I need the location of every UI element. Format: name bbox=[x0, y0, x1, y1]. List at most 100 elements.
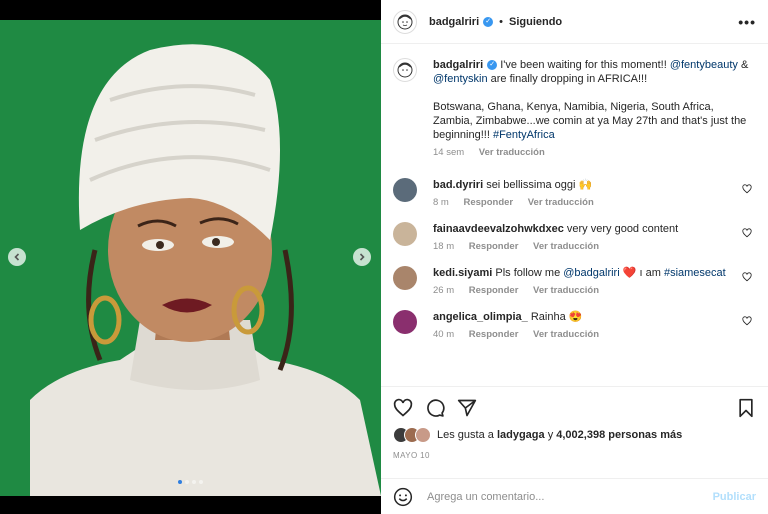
avatar[interactable] bbox=[393, 310, 417, 334]
caption-username[interactable]: badgalriri bbox=[433, 59, 483, 71]
instagram-post-modal: badgalriri ✓ • Siguiendo ••• badgalriri ✓ bbox=[0, 0, 768, 514]
comment-meta: 26 m Responder Ver traducción bbox=[433, 284, 756, 298]
comment-meta: 40 m Responder Ver traducción bbox=[433, 328, 756, 342]
face-sketch-icon bbox=[397, 14, 413, 29]
comment-username[interactable]: fainaavdeevalzohwkdxec bbox=[433, 223, 564, 235]
carousel-dot bbox=[199, 480, 203, 484]
avatar bbox=[415, 427, 431, 443]
likes-summary: Les gusta a ladygaga y 4,002,398 persona… bbox=[393, 427, 756, 443]
add-comment-bar: Agrega un comentario... Publicar bbox=[381, 478, 768, 514]
action-icons bbox=[393, 397, 756, 419]
translate-link[interactable]: Ver traducción bbox=[528, 197, 594, 208]
comment-item: fainaavdeevalzohwkdxec very very good co… bbox=[393, 222, 756, 254]
mention-link[interactable]: @fentyskin bbox=[433, 73, 488, 85]
reply-link[interactable]: Responder bbox=[469, 241, 519, 252]
like-comment-heart-icon[interactable] bbox=[742, 316, 752, 326]
post-header: badgalriri ✓ • Siguiendo ••• bbox=[381, 0, 768, 44]
verified-badge-icon: ✓ bbox=[487, 60, 498, 71]
carousel-dot-active bbox=[178, 480, 182, 484]
comment-meta: 8 m Responder Ver traducción bbox=[433, 196, 756, 210]
timestamp: 18 m bbox=[433, 241, 455, 252]
like-comment-heart-icon[interactable] bbox=[742, 272, 752, 282]
translate-link[interactable]: Ver traducción bbox=[533, 329, 599, 340]
reply-link[interactable]: Responder bbox=[469, 329, 519, 340]
previous-photo-button[interactable] bbox=[8, 248, 26, 266]
liker-avatars bbox=[393, 427, 431, 443]
comment-text: ❤️ ı am bbox=[622, 267, 661, 279]
carousel-dot bbox=[185, 480, 189, 484]
post-photo[interactable] bbox=[0, 20, 381, 496]
like-heart-icon[interactable] bbox=[393, 398, 413, 418]
next-photo-button[interactable] bbox=[353, 248, 371, 266]
liker-username[interactable]: ladygaga bbox=[497, 429, 545, 441]
comment-text: sei bellissima oggi 🙌 bbox=[486, 179, 593, 191]
post-details-panel: badgalriri ✓ • Siguiendo ••• badgalriri ✓ bbox=[381, 0, 768, 514]
avatar[interactable] bbox=[393, 58, 417, 82]
comment-text: very very good content bbox=[566, 223, 679, 235]
comment-item: bad.dyriri sei bellissima oggi 🙌 8 m Res… bbox=[393, 178, 756, 210]
post-date: MAYO 10 bbox=[393, 451, 430, 460]
comment-item: kedi.siyami Pls follow me @badgalriri ❤️… bbox=[393, 266, 756, 298]
hashtag-link[interactable]: #FentyAfrica bbox=[493, 129, 555, 141]
share-paper-plane-icon[interactable] bbox=[457, 398, 477, 418]
likes-prefix: Les gusta a bbox=[437, 429, 494, 441]
comment-text: Pls follow me bbox=[495, 267, 561, 279]
media-area bbox=[0, 0, 381, 514]
portrait-illustration bbox=[0, 20, 381, 496]
comment-item: angelica_olimpia_ Rainha 😍 40 m Responde… bbox=[393, 310, 756, 342]
caption-text: are finally dropping in AFRICA!!! bbox=[490, 73, 648, 85]
chevron-right-icon bbox=[359, 253, 365, 261]
chevron-left-icon bbox=[14, 253, 20, 261]
reply-link[interactable]: Responder bbox=[469, 285, 519, 296]
avatar[interactable] bbox=[393, 266, 417, 290]
comment-body: angelica_olimpia_ Rainha 😍 40 m Responde… bbox=[433, 310, 756, 342]
caption: badgalriri ✓ I've been waiting for this m… bbox=[393, 58, 756, 160]
comment-bubble-icon[interactable] bbox=[425, 398, 445, 418]
post-actions: Les gusta a ladygaga y 4,002,398 persona… bbox=[381, 386, 768, 460]
verified-badge-icon: ✓ bbox=[483, 16, 494, 27]
comment-body: fainaavdeevalzohwkdxec very very good co… bbox=[433, 222, 756, 254]
caption-text: Botswana, Ghana, Kenya, Namibia, Nigeria… bbox=[433, 101, 747, 141]
comment-text: Rainha 😍 bbox=[530, 311, 583, 323]
avatar[interactable] bbox=[393, 178, 417, 202]
timestamp: 8 m bbox=[433, 197, 449, 208]
comment-username[interactable]: angelica_olimpia_ bbox=[433, 311, 528, 323]
caption-body: badgalriri ✓ I've been waiting for this m… bbox=[433, 58, 756, 160]
save-bookmark-icon[interactable] bbox=[736, 398, 756, 418]
publish-button[interactable]: Publicar bbox=[713, 491, 756, 503]
caption-text: & bbox=[740, 59, 749, 71]
emoji-smiley-icon[interactable] bbox=[393, 487, 413, 507]
face-sketch-icon bbox=[397, 62, 413, 78]
comment-body: bad.dyriri sei bellissima oggi 🙌 8 m Res… bbox=[433, 178, 756, 210]
avatar[interactable] bbox=[393, 9, 417, 34]
hashtag-link[interactable]: #siamesecat bbox=[664, 267, 726, 279]
caption-text: I've been waiting for this moment!! bbox=[500, 59, 667, 71]
header-username[interactable]: badgalriri bbox=[429, 16, 479, 28]
comment-username[interactable]: kedi.siyami bbox=[433, 267, 492, 279]
like-comment-heart-icon[interactable] bbox=[742, 228, 752, 238]
comment-username[interactable]: bad.dyriri bbox=[433, 179, 483, 191]
carousel-dot bbox=[192, 480, 196, 484]
comments-section: badgalriri ✓ I've been waiting for this m… bbox=[381, 44, 768, 386]
translate-link[interactable]: Ver traducción bbox=[533, 285, 599, 296]
translate-link[interactable]: Ver traducción bbox=[479, 147, 545, 158]
likes-joiner: y bbox=[547, 429, 554, 441]
comment-meta: 18 m Responder Ver traducción bbox=[433, 240, 756, 254]
separator-dot: • bbox=[499, 15, 503, 28]
caption-meta: 14 sem Ver traducción bbox=[433, 146, 756, 160]
likes-count[interactable]: 4,002,398 personas más bbox=[556, 429, 682, 441]
mention-link[interactable]: @fentybeauty bbox=[670, 59, 738, 71]
comment-input[interactable]: Agrega un comentario... bbox=[427, 491, 713, 503]
avatar[interactable] bbox=[393, 222, 417, 246]
reply-link[interactable]: Responder bbox=[463, 197, 513, 208]
timestamp: 14 sem bbox=[433, 147, 465, 158]
timestamp: 40 m bbox=[433, 329, 455, 340]
carousel-indicator bbox=[178, 480, 203, 484]
like-comment-heart-icon[interactable] bbox=[742, 184, 752, 194]
mention-link[interactable]: @badgalriri bbox=[563, 267, 619, 279]
more-options-button[interactable]: ••• bbox=[738, 14, 756, 30]
following-button[interactable]: Siguiendo bbox=[509, 16, 562, 28]
comment-body: kedi.siyami Pls follow me @badgalriri ❤️… bbox=[433, 266, 756, 298]
translate-link[interactable]: Ver traducción bbox=[533, 241, 599, 252]
timestamp: 26 m bbox=[433, 285, 455, 296]
